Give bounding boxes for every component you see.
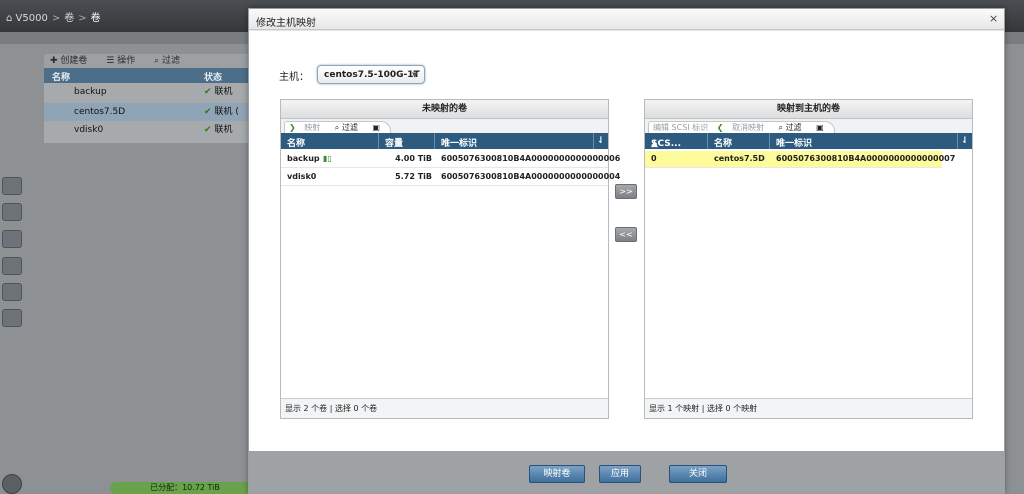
map-button[interactable]: ❯ 映射	[289, 123, 326, 132]
background-volume-list: backup ✔ 联机 centos7.5D ✔ 联机 ( vdisk0 ✔ 联机	[44, 83, 254, 143]
column-picker-icon[interactable]: ⇃	[961, 136, 969, 146]
panel-status: 显示 1 个映射 | 选择 0 个映射	[645, 398, 972, 418]
breadcrumb-item-current: 卷	[90, 13, 101, 24]
actions-menu[interactable]: ☰ 操作	[106, 56, 143, 66]
volumes-icon[interactable]	[2, 230, 22, 248]
table-row[interactable]: vdisk0 ✔ 联机	[44, 121, 254, 139]
filter-button[interactable]: ⌕ 过滤	[335, 123, 364, 132]
column-name[interactable]: 名称	[52, 70, 70, 83]
sort-ascending-icon: ▲	[651, 139, 658, 149]
panel-toolbar: 编辑 SCSI 标识 ❮ 取消映射 ⌕ 过滤 ▣	[645, 119, 972, 133]
hosts-icon[interactable]	[2, 257, 22, 275]
unmapped-volume-list: backup ▮▯ 4.00 TiB 6005076300810B4A00000…	[281, 149, 620, 398]
panel-title: 映射到主机的卷	[645, 100, 972, 119]
settings-icon[interactable]	[2, 309, 22, 327]
mapped-volume-icon: ▮▯	[323, 154, 332, 163]
table-row[interactable]: centos7.5D ✔ 联机 (	[44, 103, 254, 121]
side-nav	[0, 175, 30, 335]
panel-toolbar: ❯ 映射 ⌕ 过滤 ▣	[281, 119, 608, 133]
column-uid[interactable]: 唯一标识	[441, 136, 477, 149]
close-button[interactable]: 关闭	[669, 465, 727, 483]
map-volume-button[interactable]: 映射卷	[529, 465, 585, 483]
column-name[interactable]: 名称	[714, 136, 732, 149]
table-row[interactable]: backup ▮▯ 4.00 TiB 6005076300810B4A00000…	[281, 151, 620, 168]
dialog-titlebar	[249, 9, 1004, 30]
check-icon: ✔	[204, 107, 212, 117]
mapped-volume-list: 0 centos7.5D 6005076300810B4A00000000000…	[645, 149, 972, 398]
create-volume-button[interactable]: ✚ 创建卷	[50, 56, 95, 66]
column-capacity[interactable]: 容量	[385, 136, 403, 149]
save-icon[interactable]: ▣	[372, 123, 380, 132]
monitor-icon[interactable]	[2, 177, 22, 195]
chevron-down-icon[interactable]: ▼	[412, 71, 417, 79]
column-picker-icon[interactable]: ⇃	[597, 136, 605, 146]
column-name[interactable]: 名称	[287, 136, 305, 149]
table-header: SCS... ▲ 名称 唯一标识 ⇃	[645, 133, 972, 149]
breadcrumb-item-system[interactable]: V5000	[16, 13, 48, 24]
table-row[interactable]: vdisk0 5.72 TiB 6005076300810B4A00000000…	[281, 169, 620, 186]
host-select[interactable]: centos7.5-100G-1T	[317, 65, 425, 84]
table-row[interactable]: 0 centos7.5D 6005076300810B4A00000000000…	[645, 151, 955, 168]
move-left-button[interactable]: <<	[615, 227, 637, 242]
unmap-button[interactable]: ❮ 取消映射	[717, 123, 770, 132]
arrow-left-icon: ❮	[716, 123, 724, 132]
panel-status: 显示 2 个卷 | 选择 0 个卷	[281, 398, 608, 418]
status-icon[interactable]	[2, 474, 22, 494]
background-table-header: 名称 状态	[44, 68, 254, 83]
save-icon[interactable]: ▣	[816, 123, 824, 132]
dialog-title: 修改主机映射	[256, 18, 316, 29]
pools-icon[interactable]	[2, 203, 22, 221]
check-icon: ✔	[204, 87, 212, 97]
arrow-right-icon: ❯	[289, 123, 296, 132]
move-right-button[interactable]: >>	[615, 184, 637, 199]
apply-button[interactable]: 应用	[599, 465, 641, 483]
filter-button[interactable]: ⌕ 过滤	[154, 56, 188, 66]
host-label: 主机：	[279, 72, 309, 83]
edit-scsi-id-button[interactable]: 编辑 SCSI 标识	[653, 123, 708, 132]
mapped-volumes-panel: 映射到主机的卷 编辑 SCSI 标识 ❮ 取消映射 ⌕ 过滤 ▣ SCS... …	[644, 99, 973, 419]
table-row[interactable]: backup ✔ 联机	[44, 83, 254, 101]
capacity-bar: 已分配：10.72 TiB	[110, 482, 260, 494]
breadcrumb: ⌂ V5000 > 卷 > 卷	[6, 13, 101, 24]
close-icon[interactable]: ×	[989, 12, 998, 25]
column-uid[interactable]: 唯一标识	[776, 136, 812, 149]
column-status[interactable]: 状态	[204, 70, 222, 83]
access-icon[interactable]	[2, 283, 22, 301]
home-icon[interactable]: ⌂	[6, 13, 12, 24]
breadcrumb-item-volumes[interactable]: 卷	[64, 13, 74, 24]
filter-button[interactable]: ⌕ 过滤	[779, 123, 808, 132]
table-header: 名称 容量 唯一标识 ⇃	[281, 133, 608, 149]
panel-title: 未映射的卷	[281, 100, 608, 119]
unmapped-volumes-panel: 未映射的卷 ❯ 映射 ⌕ 过滤 ▣ 名称 容量 唯一标识 ⇃ backup ▮▯…	[280, 99, 620, 419]
background-toolbar: ✚ 创建卷 ☰ 操作 ⌕ 过滤	[44, 54, 254, 68]
check-icon: ✔	[204, 125, 212, 135]
modify-host-mapping-dialog: 修改主机映射 × 主机： centos7.5-100G-1T ▼ 未映射的卷 ❯…	[248, 8, 1005, 494]
